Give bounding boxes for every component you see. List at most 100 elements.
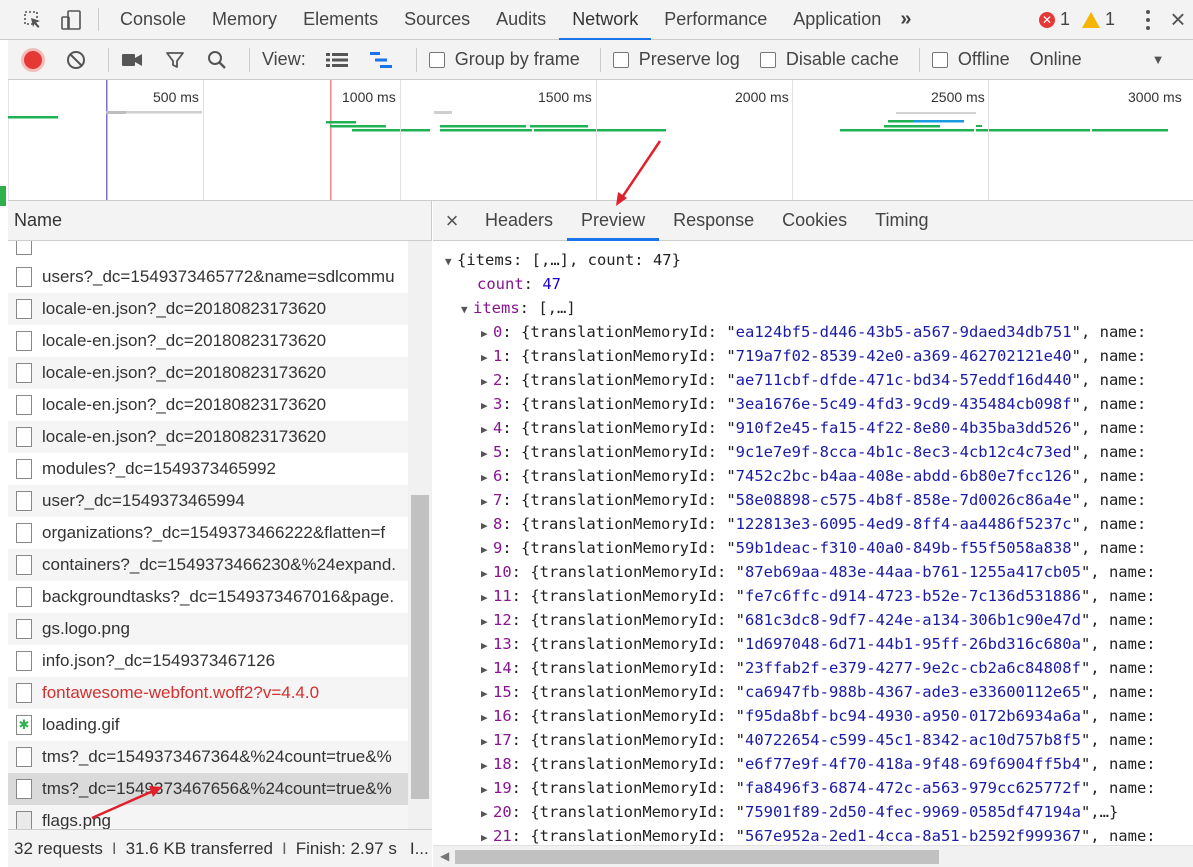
preview-item-node[interactable]: ▶ 17: {translationMemoryId: "40722654-c59… — [481, 728, 1156, 752]
preview-item-node[interactable]: ▶ 13: {translationMemoryId: "1d697048-6d7… — [481, 632, 1156, 656]
preview-item-node[interactable]: ▶ 14: {translationMemoryId: "23ffab2f-e37… — [481, 656, 1156, 680]
preview-item-node[interactable]: ▶ 12: {translationMemoryId: "681c3dc8-9df… — [481, 608, 1156, 632]
preview-item-node[interactable]: ▶ 18: {translationMemoryId: "e6f77e9f-4f7… — [481, 752, 1156, 776]
preview-horizontal-scrollbar[interactable]: ◀ — [433, 845, 1193, 867]
search-icon[interactable] — [207, 50, 227, 70]
inspect-element-icon[interactable] — [14, 0, 52, 39]
preview-item-node[interactable]: ▶ 6: {translationMemoryId: "7452c2bc-b4aa… — [481, 464, 1146, 488]
error-counter[interactable]: ✕ 1 — [1033, 0, 1076, 39]
device-toolbar-icon[interactable] — [52, 0, 90, 39]
waterfall-bars — [8, 111, 1168, 132]
preview-item-node[interactable]: ▶ 10: {translationMemoryId: "87eb69aa-483… — [481, 560, 1156, 584]
table-row[interactable]: tms?_dc=1549373467364&%24count=true&% — [8, 741, 408, 773]
screenshots-camera-icon[interactable] — [121, 52, 143, 68]
large-request-rows-icon[interactable] — [325, 52, 348, 68]
tab-performance[interactable]: Performance — [651, 0, 780, 39]
table-row[interactable]: locale-en.json?_dc=20180823173620 — [8, 357, 408, 389]
offline-checkbox[interactable] — [931, 51, 948, 68]
preview-item-node[interactable]: ▶ 19: {translationMemoryId: "fa8496f3-687… — [481, 776, 1156, 800]
table-row[interactable]: backgroundtasks?_dc=1549373467016&page. — [8, 581, 408, 613]
preview-item-node[interactable]: ▶ 3: {translationMemoryId: "3ea1676e-5c49… — [481, 392, 1146, 416]
detail-tab-cookies[interactable]: Cookies — [768, 201, 861, 240]
tab-audits[interactable]: Audits — [483, 0, 559, 39]
table-row[interactable]: info.json?_dc=1549373467126 — [8, 645, 408, 677]
customize-menu-icon[interactable] — [1133, 0, 1163, 39]
property-key: translationMemoryId — [530, 515, 708, 533]
detail-tab-preview[interactable]: Preview — [567, 201, 660, 241]
preview-item-node[interactable]: ▶ 11: {translationMemoryId: "fe7c6ffc-d91… — [481, 584, 1156, 608]
toolbar-divider — [249, 47, 250, 72]
overview-tick-label: 2500 ms — [931, 89, 985, 105]
detail-tab-response[interactable]: Response — [659, 201, 768, 240]
scrollbar-thumb[interactable] — [455, 850, 939, 864]
preview-item-node[interactable]: ▶ 9: {translationMemoryId: "59b1deac-f310… — [481, 536, 1146, 560]
table-row[interactable]: locale-en.json?_dc=20180823173620 — [8, 389, 408, 421]
table-row[interactable]: locale-en.json?_dc=20180823173620 — [8, 293, 408, 325]
translation-memory-id: 7452c2bc-b4aa-408e-abdd-6b80e7fcc126 — [735, 467, 1072, 485]
preview-root-node[interactable]: ▼ {items: [,…], count: 47} — [445, 248, 681, 272]
requests-scrollbar[interactable] — [408, 241, 432, 829]
translation-memory-id: ca6947fb-988b-4367-ade3-e33600112e65 — [744, 683, 1081, 701]
name-column-header[interactable]: Name — [8, 201, 431, 241]
request-name: backgroundtasks?_dc=1549373467016&page. — [42, 587, 395, 606]
table-row[interactable]: user?_dc=1549373465994 — [8, 485, 408, 517]
throttling-select[interactable]: Online ▼ — [1030, 49, 1165, 70]
table-row[interactable]: flags.png — [8, 805, 408, 829]
preserve-log-checkbox[interactable] — [612, 51, 629, 68]
tab-memory[interactable]: Memory — [199, 0, 290, 39]
item-tail: , name: — [1090, 707, 1156, 725]
close-devtools-button[interactable]: × — [1163, 0, 1193, 39]
file-icon — [16, 491, 32, 511]
table-row[interactable]: users?_dc=1549373465772&name=sdlcommu — [8, 261, 408, 293]
table-row[interactable]: locale-en.json?_dc=20180823173620 — [8, 325, 408, 357]
table-row[interactable]: organizations?_dc=1549373466222&flatten=… — [8, 517, 408, 549]
preview-item-node[interactable]: ▶ 5: {translationMemoryId: "9c1e7e9f-8cca… — [481, 440, 1146, 464]
detail-tab-timing[interactable]: Timing — [861, 201, 942, 240]
tab-network[interactable]: Network — [559, 0, 652, 40]
network-overview[interactable]: 500 ms 1000 ms 1500 ms 2000 ms 2500 ms 3… — [8, 80, 1193, 201]
warning-counter[interactable]: 1 — [1076, 0, 1121, 39]
preview-items-node[interactable]: ▼ items: [,…] — [461, 296, 576, 320]
filter-icon[interactable] — [165, 50, 185, 70]
overview-waterfall-icon[interactable] — [369, 51, 394, 69]
table-row-selected[interactable]: tms?_dc=1549373467656&%24count=true&% — [8, 773, 408, 805]
tab-console[interactable]: Console — [107, 0, 199, 39]
close-detail-button[interactable]: × — [433, 201, 471, 240]
preview-item-node[interactable]: ▶ 15: {translationMemoryId: "ca6947fb-988… — [481, 680, 1156, 704]
toolbar-divider — [98, 8, 99, 31]
preview-item-node[interactable]: ▶ 1: {translationMemoryId: "719a7f02-8539… — [481, 344, 1146, 368]
detail-tab-headers[interactable]: Headers — [471, 201, 567, 240]
table-row[interactable]: containers?_dc=1549373466230&%24expand. — [8, 549, 408, 581]
record-button[interactable] — [24, 50, 42, 69]
item-index: 15 — [493, 683, 512, 701]
preview-item-node[interactable]: ▶ 7: {translationMemoryId: "58e08898-c575… — [481, 488, 1146, 512]
preview-item-node[interactable]: ▶ 2: {translationMemoryId: "ae711cbf-dfde… — [481, 368, 1146, 392]
table-row[interactable]: fontawesome-webfont.woff2?v=4.4.0 — [8, 677, 408, 709]
table-row-partial[interactable] — [8, 241, 408, 261]
clear-icon[interactable] — [66, 50, 86, 70]
tab-elements[interactable]: Elements — [290, 0, 391, 39]
more-tabs-button[interactable]: » — [894, 0, 919, 39]
tab-sources[interactable]: Sources — [391, 0, 483, 39]
disable-cache-checkbox[interactable] — [759, 51, 776, 68]
translation-memory-id: e6f77e9f-4f70-418a-9f48-69f6904ff5b4 — [744, 755, 1081, 773]
table-row[interactable]: ✱ loading.gif — [8, 709, 408, 741]
preview-item-node[interactable]: ▶ 21: {translationMemoryId: "567e952a-2ed… — [481, 824, 1156, 845]
scrollbar-thumb[interactable] — [411, 495, 429, 799]
table-row[interactable]: locale-en.json?_dc=20180823173620 — [8, 421, 408, 453]
preview-item-node[interactable]: ▶ 8: {translationMemoryId: "122813e3-6095… — [481, 512, 1146, 536]
scroll-left-icon[interactable]: ◀ — [440, 849, 449, 863]
preview-item-node[interactable]: ▶ 0: {translationMemoryId: "ea124bf5-d446… — [481, 320, 1146, 344]
preview-item-node[interactable]: ▶ 16: {translationMemoryId: "f95da8bf-bc9… — [481, 704, 1156, 728]
preview-count-node[interactable]: count: 47 — [477, 272, 561, 296]
tab-application[interactable]: Application — [780, 0, 894, 39]
preview-item-node[interactable]: ▶ 4: {translationMemoryId: "910f2e45-fa15… — [481, 416, 1146, 440]
preview-item-node[interactable]: ▶ 20: {translationMemoryId: "75901f89-2d5… — [481, 800, 1118, 824]
item-index: 3 — [493, 395, 503, 413]
file-icon — [16, 299, 32, 319]
group-by-frame-checkbox[interactable] — [428, 51, 445, 68]
table-row[interactable]: modules?_dc=1549373465992 — [8, 453, 408, 485]
table-row[interactable]: gs.logo.png — [8, 613, 408, 645]
property-key: translationMemoryId — [530, 419, 708, 437]
request-name: tms?_dc=1549373467656&%24count=true&% — [42, 779, 392, 798]
